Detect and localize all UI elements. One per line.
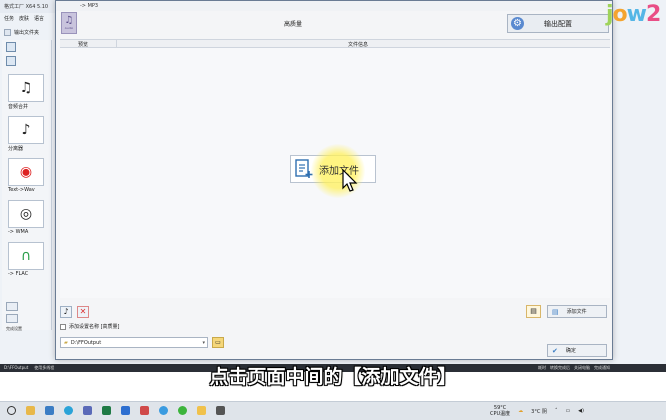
ok-button[interactable]: ✔ 确定 bbox=[547, 344, 607, 357]
check-icon: ✔ bbox=[552, 346, 558, 355]
file-list-header: 预览 文件信息 bbox=[60, 39, 610, 48]
splitter-icon: ♪ bbox=[8, 116, 44, 144]
network-icon[interactable]: ▭ bbox=[565, 408, 570, 414]
music-merge-icon: ♫ bbox=[8, 74, 44, 102]
photos-icon[interactable] bbox=[83, 406, 92, 415]
convert-dialog: -> MP3 ♫ Audio 高质量 ⚙ 输出配置 预览 文件信息 添加文件 ♪… bbox=[55, 0, 613, 360]
tools-icon[interactable] bbox=[6, 314, 18, 323]
menu-item-skin[interactable]: 皮肤 bbox=[19, 15, 29, 25]
name-setting-label: 添加设置名称 [高质量] bbox=[69, 324, 120, 330]
video-subtitle: 点击页面中间的【添加文件】 bbox=[209, 366, 457, 388]
menu-item-task[interactable]: 任务 bbox=[4, 15, 14, 25]
wma-icon: ◎ bbox=[8, 200, 44, 228]
weather-icon: ☁ bbox=[518, 408, 524, 414]
output-path-select[interactable]: ▰ D:\FFOutput ▾ bbox=[60, 337, 208, 348]
folder-icon bbox=[4, 28, 11, 36]
name-setting-checkbox-row[interactable]: 添加设置名称 [高质量] bbox=[60, 323, 120, 330]
main-title: 格式工厂 X64 5.10 bbox=[0, 0, 60, 13]
column-file-info[interactable]: 文件信息 bbox=[348, 41, 368, 48]
tool-label: 音频合并 bbox=[8, 104, 29, 110]
chevron-up-icon[interactable]: ˄ bbox=[555, 408, 558, 414]
output-config-button[interactable]: ⚙ 输出配置 bbox=[507, 14, 609, 33]
menu-item-language[interactable]: 语言 bbox=[34, 15, 44, 25]
app-icon[interactable] bbox=[216, 406, 225, 415]
output-folder-label: 输出文件夹 bbox=[14, 29, 40, 36]
file-explorer-icon[interactable] bbox=[26, 406, 35, 415]
tool-flac[interactable]: ∩ -> FLAC bbox=[8, 240, 49, 280]
volume-icon[interactable]: ◀) bbox=[578, 408, 584, 414]
folder-icon[interactable] bbox=[197, 406, 206, 415]
output-path-value: D:\FFOutput bbox=[70, 339, 102, 346]
flac-icon: ∩ bbox=[8, 242, 44, 270]
add-file-button[interactable]: ▤ 添加文件 bbox=[547, 305, 607, 318]
output-config-label: 输出配置 bbox=[544, 19, 572, 28]
windows-taskbar: 59°C CPU温度 ☁ 3°C 阴 ˄ ▭ ◀) bbox=[0, 401, 666, 420]
add-file-small-icon: ▤ bbox=[552, 307, 559, 316]
audio-category-icon[interactable] bbox=[6, 56, 16, 66]
sidebar: ♫ 音频合并 ♪ 分离器 ◉ Text->Wav ◎ -> WMA ∩ -> F… bbox=[2, 40, 52, 331]
audio-format-icon: ♫ Audio bbox=[61, 12, 77, 34]
folder-small-icon: ▰ bbox=[64, 339, 68, 346]
cpu-temperature-label: CPU温度 bbox=[490, 411, 511, 417]
tool-label: Text->Wav bbox=[8, 187, 35, 193]
main-menu: 任务 皮肤 语言 bbox=[0, 13, 60, 25]
mouse-cursor-icon bbox=[342, 169, 358, 192]
output-path-row: ▰ D:\FFOutput ▾ ▭ bbox=[60, 337, 224, 348]
profile-title[interactable]: 高质量 bbox=[284, 19, 302, 28]
dialog-actions: ▤ ▤ 添加文件 ✔ 确定 bbox=[526, 305, 607, 357]
tool-label: 分离器 bbox=[8, 146, 24, 152]
column-preview[interactable]: 预览 bbox=[78, 41, 88, 48]
chevron-down-icon: ▾ bbox=[202, 340, 205, 346]
audio-thumb-label: Audio bbox=[64, 26, 74, 30]
video-category-icon[interactable] bbox=[6, 42, 16, 52]
add-folder-icon[interactable]: ▤ bbox=[526, 305, 541, 318]
excel-icon[interactable] bbox=[102, 406, 111, 415]
tool-audio-merge[interactable]: ♫ 音频合并 bbox=[8, 72, 49, 112]
tool-label: -> WMA bbox=[8, 229, 29, 235]
remove-icon[interactable]: ✕ bbox=[77, 306, 89, 318]
column-divider bbox=[116, 40, 117, 48]
ok-label: 确定 bbox=[565, 348, 576, 354]
dialog-title: -> MP3 bbox=[56, 1, 612, 11]
settings-icon[interactable] bbox=[6, 302, 18, 311]
system-tray: 59°C CPU温度 ☁ 3°C 阴 ˄ ▭ ◀) bbox=[490, 405, 584, 417]
add-file-label: 添加文件 bbox=[566, 309, 587, 315]
audio-tool-icon[interactable]: ♪ bbox=[60, 306, 72, 318]
wechat-icon[interactable] bbox=[178, 406, 187, 415]
music-icon[interactable] bbox=[140, 406, 149, 415]
tool-label: -> FLAC bbox=[8, 271, 29, 277]
weather-value[interactable]: 3°C 阴 bbox=[531, 408, 547, 415]
cpu-temperature[interactable]: 59°C CPU温度 bbox=[490, 405, 510, 417]
bottom-label: 完成设置 bbox=[6, 326, 22, 331]
taskbar-apps bbox=[7, 406, 225, 415]
brand-logo: jow2 bbox=[606, 2, 661, 27]
chat-icon[interactable] bbox=[159, 406, 168, 415]
tool-wma[interactable]: ◎ -> WMA bbox=[8, 198, 49, 238]
mail-icon[interactable] bbox=[121, 406, 130, 415]
gear-icon: ⚙ bbox=[511, 17, 524, 30]
edge-icon[interactable] bbox=[64, 406, 73, 415]
tool-splitter[interactable]: ♪ 分离器 bbox=[8, 114, 49, 154]
list-tools: ♪ ✕ bbox=[60, 306, 89, 318]
store-icon[interactable] bbox=[45, 406, 54, 415]
output-folder-row[interactable]: 输出文件夹 bbox=[0, 25, 60, 37]
name-setting-checkbox[interactable] bbox=[60, 323, 66, 330]
browse-folder-button[interactable]: ▭ bbox=[212, 337, 224, 348]
text-speech-icon: ◉ bbox=[8, 158, 44, 186]
search-icon[interactable] bbox=[7, 406, 16, 415]
tool-text-wav[interactable]: ◉ Text->Wav bbox=[8, 156, 49, 196]
